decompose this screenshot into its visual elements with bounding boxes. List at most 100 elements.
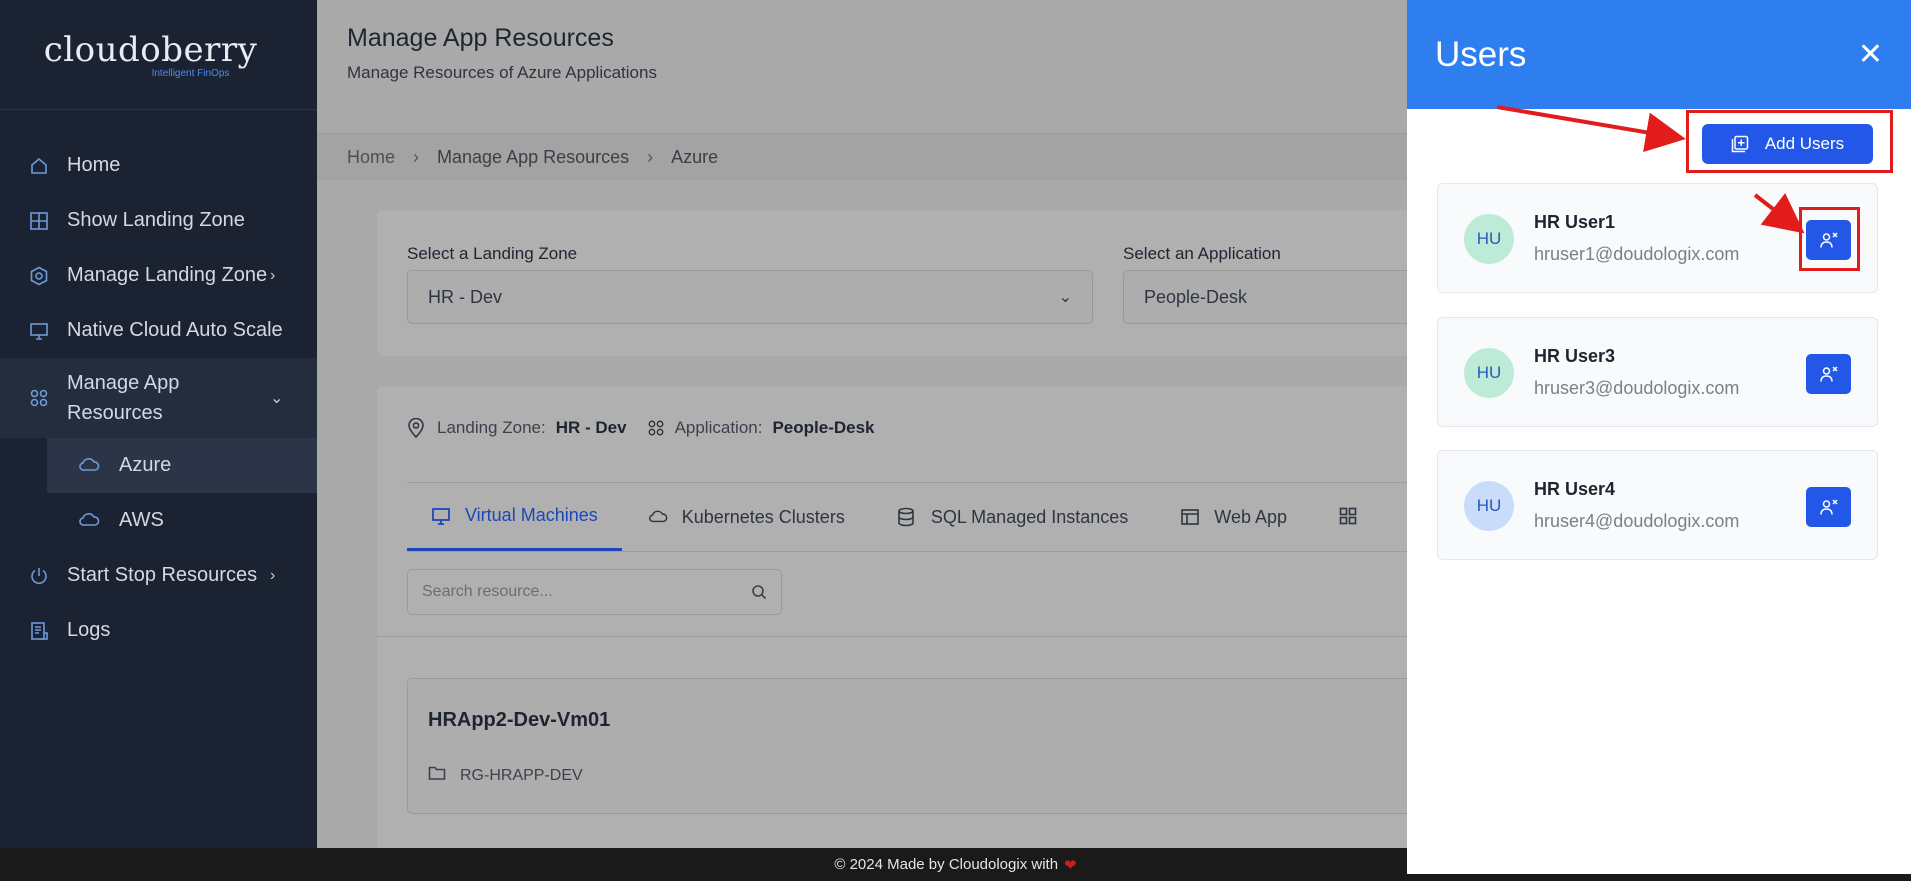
tab-web-app[interactable]: Web App — [1154, 483, 1313, 551]
user-card: HU HR User3 hruser3@doudologix.com — [1437, 317, 1878, 427]
resource-group-name: RG-HRAPP-DEV — [460, 766, 583, 784]
application-label: Select an Application — [1123, 244, 1281, 263]
page-title: Manage App Resources — [347, 24, 614, 52]
chevron-down-icon: ⌄ — [1058, 289, 1072, 306]
home-icon — [28, 155, 50, 177]
landing-zone-value: HR - Dev — [428, 286, 503, 307]
heart-icon: ❤ — [1064, 856, 1077, 874]
chevron-right-icon: › — [270, 266, 276, 284]
main-content: Manage App Resources Manage Resources of… — [317, 0, 1407, 848]
tab-label: SQL Managed Instances — [930, 506, 1129, 527]
sidebar-item-label: Home — [67, 154, 121, 176]
cloud-icon — [648, 507, 668, 527]
sidebar-item-label: Start Stop Resources — [67, 564, 258, 586]
search-input[interactable]: Search resource... — [407, 569, 782, 615]
divider — [377, 636, 1407, 637]
tab-label: Kubernetes Clusters — [681, 506, 845, 527]
chevron-down-icon: ⌄ — [270, 390, 284, 407]
cloud-icon — [78, 455, 100, 477]
monitor-icon — [431, 506, 451, 526]
logo[interactable]: cloudoberry Intelligent FinOps — [0, 0, 317, 110]
remove-user-button[interactable] — [1806, 487, 1851, 527]
breadcrumb-section[interactable]: Manage App Resources — [437, 147, 629, 168]
application-select[interactable]: People-Desk — [1123, 270, 1407, 324]
sidebar-subitem-label: Azure — [119, 454, 172, 476]
context-meta: Landing Zone: HR - Dev Application: Peop… — [407, 418, 895, 438]
user-name: HR User4 — [1534, 479, 1616, 499]
annotation-box-add-users — [1686, 110, 1893, 173]
sidebar-subitem-azure[interactable]: Azure — [47, 438, 317, 493]
sidebar-item-native-cloud-auto-scale[interactable]: Native Cloud Auto Scale — [0, 303, 317, 358]
apps-icon — [28, 387, 50, 409]
user-name: HR User3 — [1534, 346, 1616, 366]
sidebar-item-home[interactable]: Home — [0, 138, 317, 193]
chevron-right-icon: › — [413, 146, 420, 167]
remove-user-icon — [1819, 365, 1839, 383]
sidebar-item-label: Show Landing Zone — [67, 209, 245, 231]
search-placeholder: Search resource... — [422, 583, 553, 600]
tab-virtual-machines[interactable]: Virtual Machines — [407, 483, 622, 551]
browser-icon — [1180, 507, 1200, 527]
page-header: Manage App Resources Manage Resources of… — [317, 0, 1407, 134]
close-icon[interactable]: ✕ — [1858, 39, 1883, 70]
sidebar-nav: Home Show Landing Zone Manage Landing Zo… — [0, 110, 317, 658]
resource-tabs: Virtual Machines Kubernetes Clusters SQL… — [407, 482, 1407, 552]
page-subtitle: Manage Resources of Azure Applications — [347, 63, 657, 82]
grid-icon — [1339, 507, 1359, 527]
user-email: hruser1@doudologix.com — [1534, 244, 1740, 264]
drawer-title: Users — [1435, 34, 1527, 74]
sidebar-item-logs[interactable]: Logs — [0, 603, 317, 658]
resources-card: Landing Zone: HR - Dev Application: Peop… — [377, 386, 1407, 848]
sidebar-subitem-aws[interactable]: AWS — [0, 493, 317, 548]
resource-card[interactable]: HRApp2-Dev-Vm01 RG-HRAPP-DEV — [407, 678, 1407, 814]
sidebar-item-label: Native Cloud Auto Scale — [67, 319, 283, 341]
folder-icon — [428, 765, 446, 786]
landing-zone-select[interactable]: HR - Dev ⌄ — [407, 270, 1093, 324]
apps-icon — [647, 419, 665, 437]
meta-landing-zone-label: Landing Zone: — [437, 418, 546, 437]
tab-label: Web App — [1214, 506, 1288, 527]
drawer-header: Users ✕ — [1407, 0, 1911, 109]
avatar: HU — [1464, 348, 1514, 398]
sidebar-item-label: Manage Landing Zone — [67, 264, 268, 286]
search-icon — [751, 584, 767, 600]
landing-zone-label: Select a Landing Zone — [407, 244, 578, 263]
remove-user-button[interactable] — [1806, 354, 1851, 394]
sidebar-item-manage-app-resources[interactable]: Manage App Resources ⌄ — [0, 358, 317, 438]
meta-application-value: People-Desk — [772, 418, 875, 437]
tab-kubernetes-clusters[interactable]: Kubernetes Clusters — [622, 483, 871, 551]
sidebar-item-manage-landing-zone[interactable]: Manage Landing Zone › — [0, 248, 317, 303]
remove-user-icon — [1819, 498, 1839, 516]
logo-name: cloudoberry — [43, 30, 258, 70]
sidebar-item-label: Manage App Resources — [67, 372, 180, 424]
sidebar-item-label: Logs — [67, 619, 111, 641]
logo-tagline: Intelligent FinOps — [151, 68, 230, 79]
chevron-right-icon: › — [270, 566, 276, 584]
user-card: HU HR User4 hruser4@doudologix.com — [1437, 450, 1878, 560]
sidebar-item-show-landing-zone[interactable]: Show Landing Zone — [0, 193, 317, 248]
breadcrumb-home[interactable]: Home — [347, 147, 395, 168]
power-icon — [28, 565, 50, 587]
sidebar-item-start-stop-resources[interactable]: Start Stop Resources › — [0, 548, 317, 603]
sidebar: cloudoberry Intelligent FinOps Home Show… — [0, 0, 317, 848]
resource-group: RG-HRAPP-DEV — [428, 765, 583, 786]
filter-card: Select a Landing Zone HR - Dev ⌄ Select … — [377, 210, 1407, 356]
monitor-icon — [28, 320, 50, 342]
user-email: hruser3@doudologix.com — [1534, 378, 1740, 398]
resource-name: HRApp2-Dev-Vm01 — [428, 709, 611, 731]
avatar: HU — [1464, 214, 1514, 264]
database-icon — [897, 507, 917, 527]
user-email: hruser4@doudologix.com — [1534, 511, 1740, 531]
footer-text: © 2024 Made by Cloudologix with — [834, 856, 1059, 873]
tab-more[interactable] — [1313, 483, 1399, 551]
location-pin-icon — [407, 418, 425, 438]
meta-landing-zone-value: HR - Dev — [555, 418, 627, 437]
tab-sql-managed-instances[interactable]: SQL Managed Instances — [871, 483, 1154, 551]
breadcrumb-current: Azure — [671, 146, 719, 167]
tab-label: Virtual Machines — [465, 505, 598, 525]
breadcrumb: Home › Manage App Resources › Azure — [317, 134, 1407, 180]
hexagon-gear-icon — [28, 265, 50, 287]
avatar: HU — [1464, 481, 1514, 531]
annotation-box-remove-user — [1799, 207, 1860, 271]
meta-application-label: Application: — [674, 418, 763, 437]
